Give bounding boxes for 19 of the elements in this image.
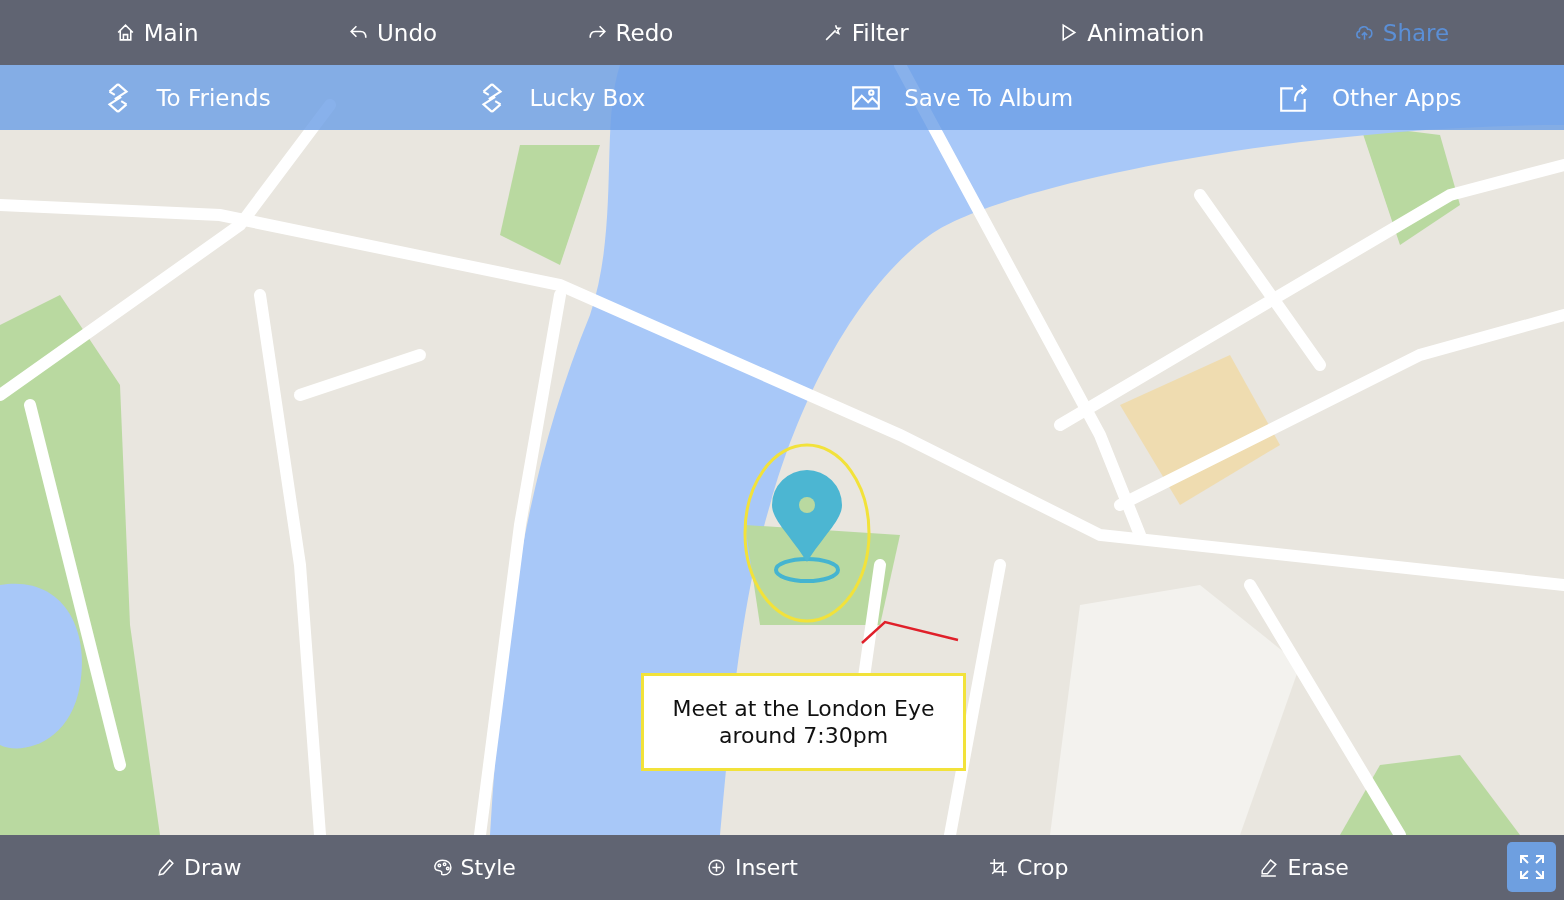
- toolbar-button[interactable]: Undo: [338, 13, 448, 52]
- fullscreen-button[interactable]: [1507, 842, 1556, 892]
- note-text: around 7:30pm: [718, 722, 889, 749]
- pencil-icon: [155, 857, 177, 878]
- eraser-icon: [1258, 857, 1280, 878]
- note-text: Meet at the London Eye: [672, 695, 935, 722]
- toolbar-button[interactable]: Redo: [576, 13, 684, 52]
- toolbar-button[interactable]: Erase: [1248, 849, 1359, 886]
- toolbar-button[interactable]: Draw: [145, 849, 252, 886]
- toolbar-button[interactable]: Filter: [812, 13, 919, 52]
- palette-icon: [431, 857, 453, 878]
- toolbar-button[interactable]: Animation: [1048, 13, 1215, 52]
- plus-circle-icon: [705, 857, 727, 878]
- toolbar-button[interactable]: Crop: [978, 849, 1079, 886]
- toolbar-button[interactable]: Main: [104, 13, 209, 52]
- toolbar-button[interactable]: Insert: [695, 849, 808, 886]
- toolbar-button[interactable]: Style: [421, 849, 526, 886]
- map-pin-icon: [772, 470, 842, 583]
- crop-icon: [988, 857, 1010, 878]
